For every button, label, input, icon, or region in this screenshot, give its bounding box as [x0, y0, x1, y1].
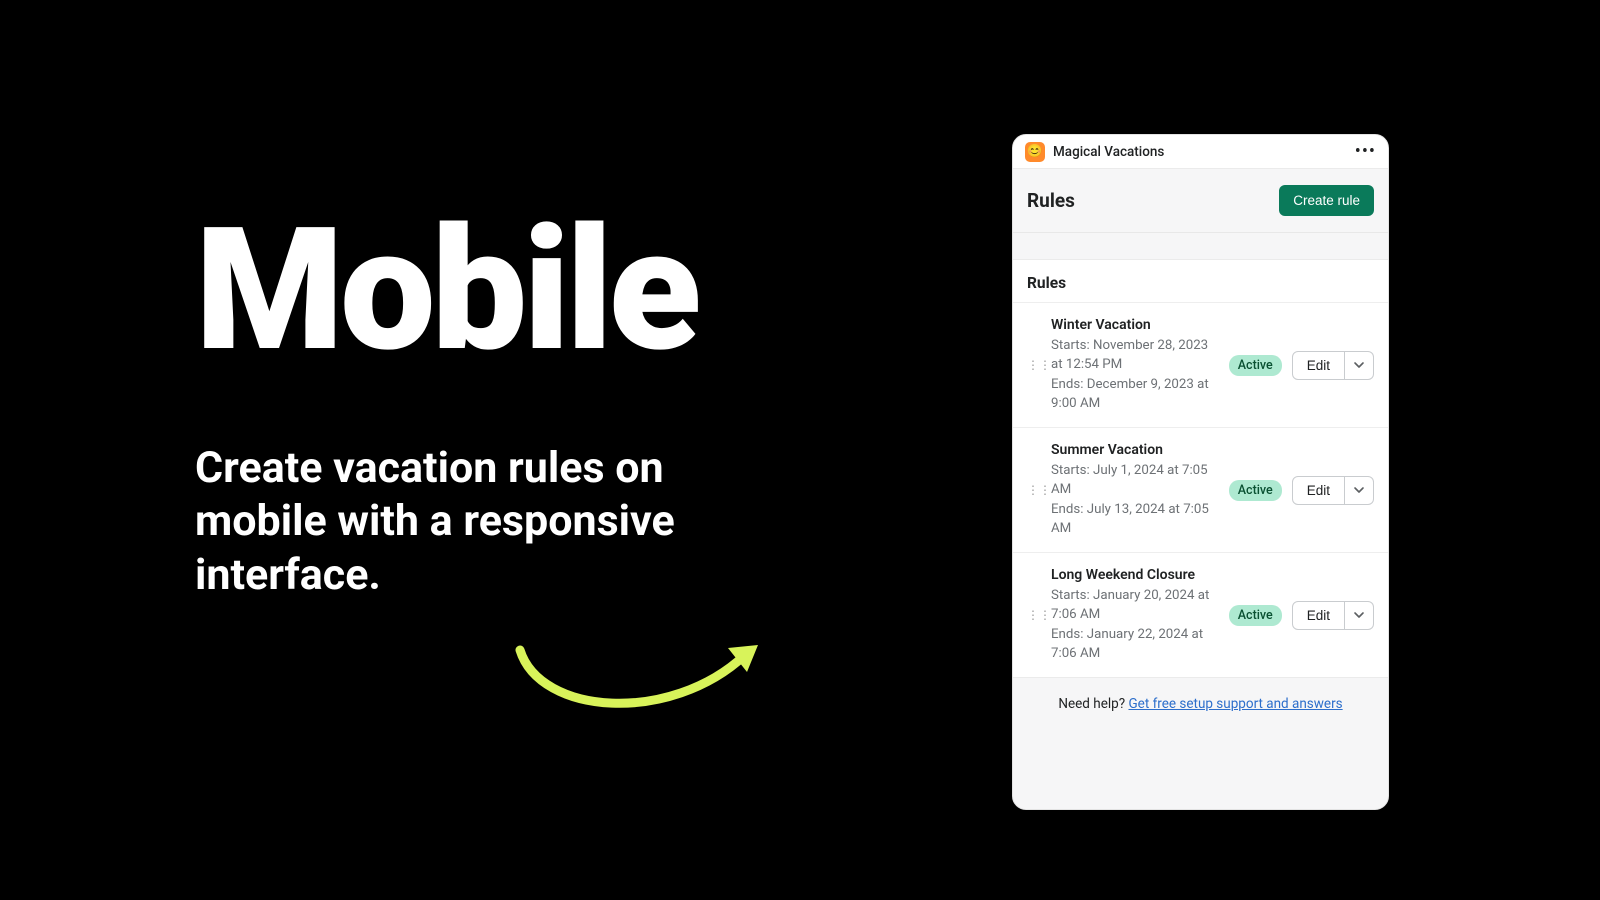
rule-name: Summer Vacation [1051, 442, 1219, 458]
page-header: Rules Create rule [1013, 169, 1388, 233]
help-row: Need help? Get free setup support and an… [1013, 678, 1388, 730]
create-rule-button[interactable]: Create rule [1279, 185, 1374, 216]
status-badge: Active [1229, 605, 1282, 626]
edit-button[interactable]: Edit [1292, 601, 1345, 630]
help-link[interactable]: Get free setup support and answers [1128, 696, 1342, 712]
hero-subtitle: Create vacation rules on mobile with a r… [195, 442, 755, 603]
rule-row: ⋮⋮ Long Weekend Closure Starts: January … [1013, 552, 1388, 677]
rule-ends: Ends: July 13, 2024 at 7:05 AM [1051, 500, 1219, 539]
rule-starts: Starts: November 28, 2023 at 12:54 PM [1051, 336, 1219, 375]
mobile-preview: 😊 Magical Vacations ••• Rules Create rul… [1012, 134, 1389, 810]
rules-card: Rules ⋮⋮ Winter Vacation Starts: Novembe… [1013, 259, 1388, 678]
rule-row: ⋮⋮ Winter Vacation Starts: November 28, … [1013, 302, 1388, 427]
rule-starts: Starts: January 20, 2024 at 7:06 AM [1051, 586, 1219, 625]
app-icon: 😊 [1025, 142, 1045, 162]
rule-name: Winter Vacation [1051, 317, 1219, 333]
edit-button[interactable]: Edit [1292, 476, 1345, 505]
app-bar: 😊 Magical Vacations ••• [1013, 135, 1388, 169]
edit-menu-button[interactable] [1345, 476, 1374, 505]
status-badge: Active [1229, 480, 1282, 501]
rule-row: ⋮⋮ Summer Vacation Starts: July 1, 2024 … [1013, 427, 1388, 552]
arrow-icon [510, 620, 770, 720]
drag-handle-icon[interactable]: ⋮⋮ [1027, 358, 1041, 372]
chevron-down-icon [1353, 484, 1365, 496]
hero-title: Mobile [195, 210, 755, 372]
edit-menu-button[interactable] [1345, 351, 1374, 380]
card-title: Rules [1013, 260, 1388, 302]
drag-handle-icon[interactable]: ⋮⋮ [1027, 608, 1041, 622]
spacer [1013, 233, 1388, 259]
rule-ends: Ends: December 9, 2023 at 9:00 AM [1051, 375, 1219, 414]
rule-name: Long Weekend Closure [1051, 567, 1219, 583]
edit-menu-button[interactable] [1345, 601, 1374, 630]
more-icon[interactable]: ••• [1355, 143, 1376, 161]
rule-starts: Starts: July 1, 2024 at 7:05 AM [1051, 461, 1219, 500]
edit-button[interactable]: Edit [1292, 351, 1345, 380]
drag-handle-icon[interactable]: ⋮⋮ [1027, 483, 1041, 497]
page-title: Rules [1027, 189, 1075, 212]
app-title: Magical Vacations [1053, 144, 1164, 160]
status-badge: Active [1229, 355, 1282, 376]
chevron-down-icon [1353, 359, 1365, 371]
chevron-down-icon [1353, 609, 1365, 621]
help-prefix: Need help? [1058, 696, 1128, 712]
rule-ends: Ends: January 22, 2024 at 7:06 AM [1051, 625, 1219, 664]
